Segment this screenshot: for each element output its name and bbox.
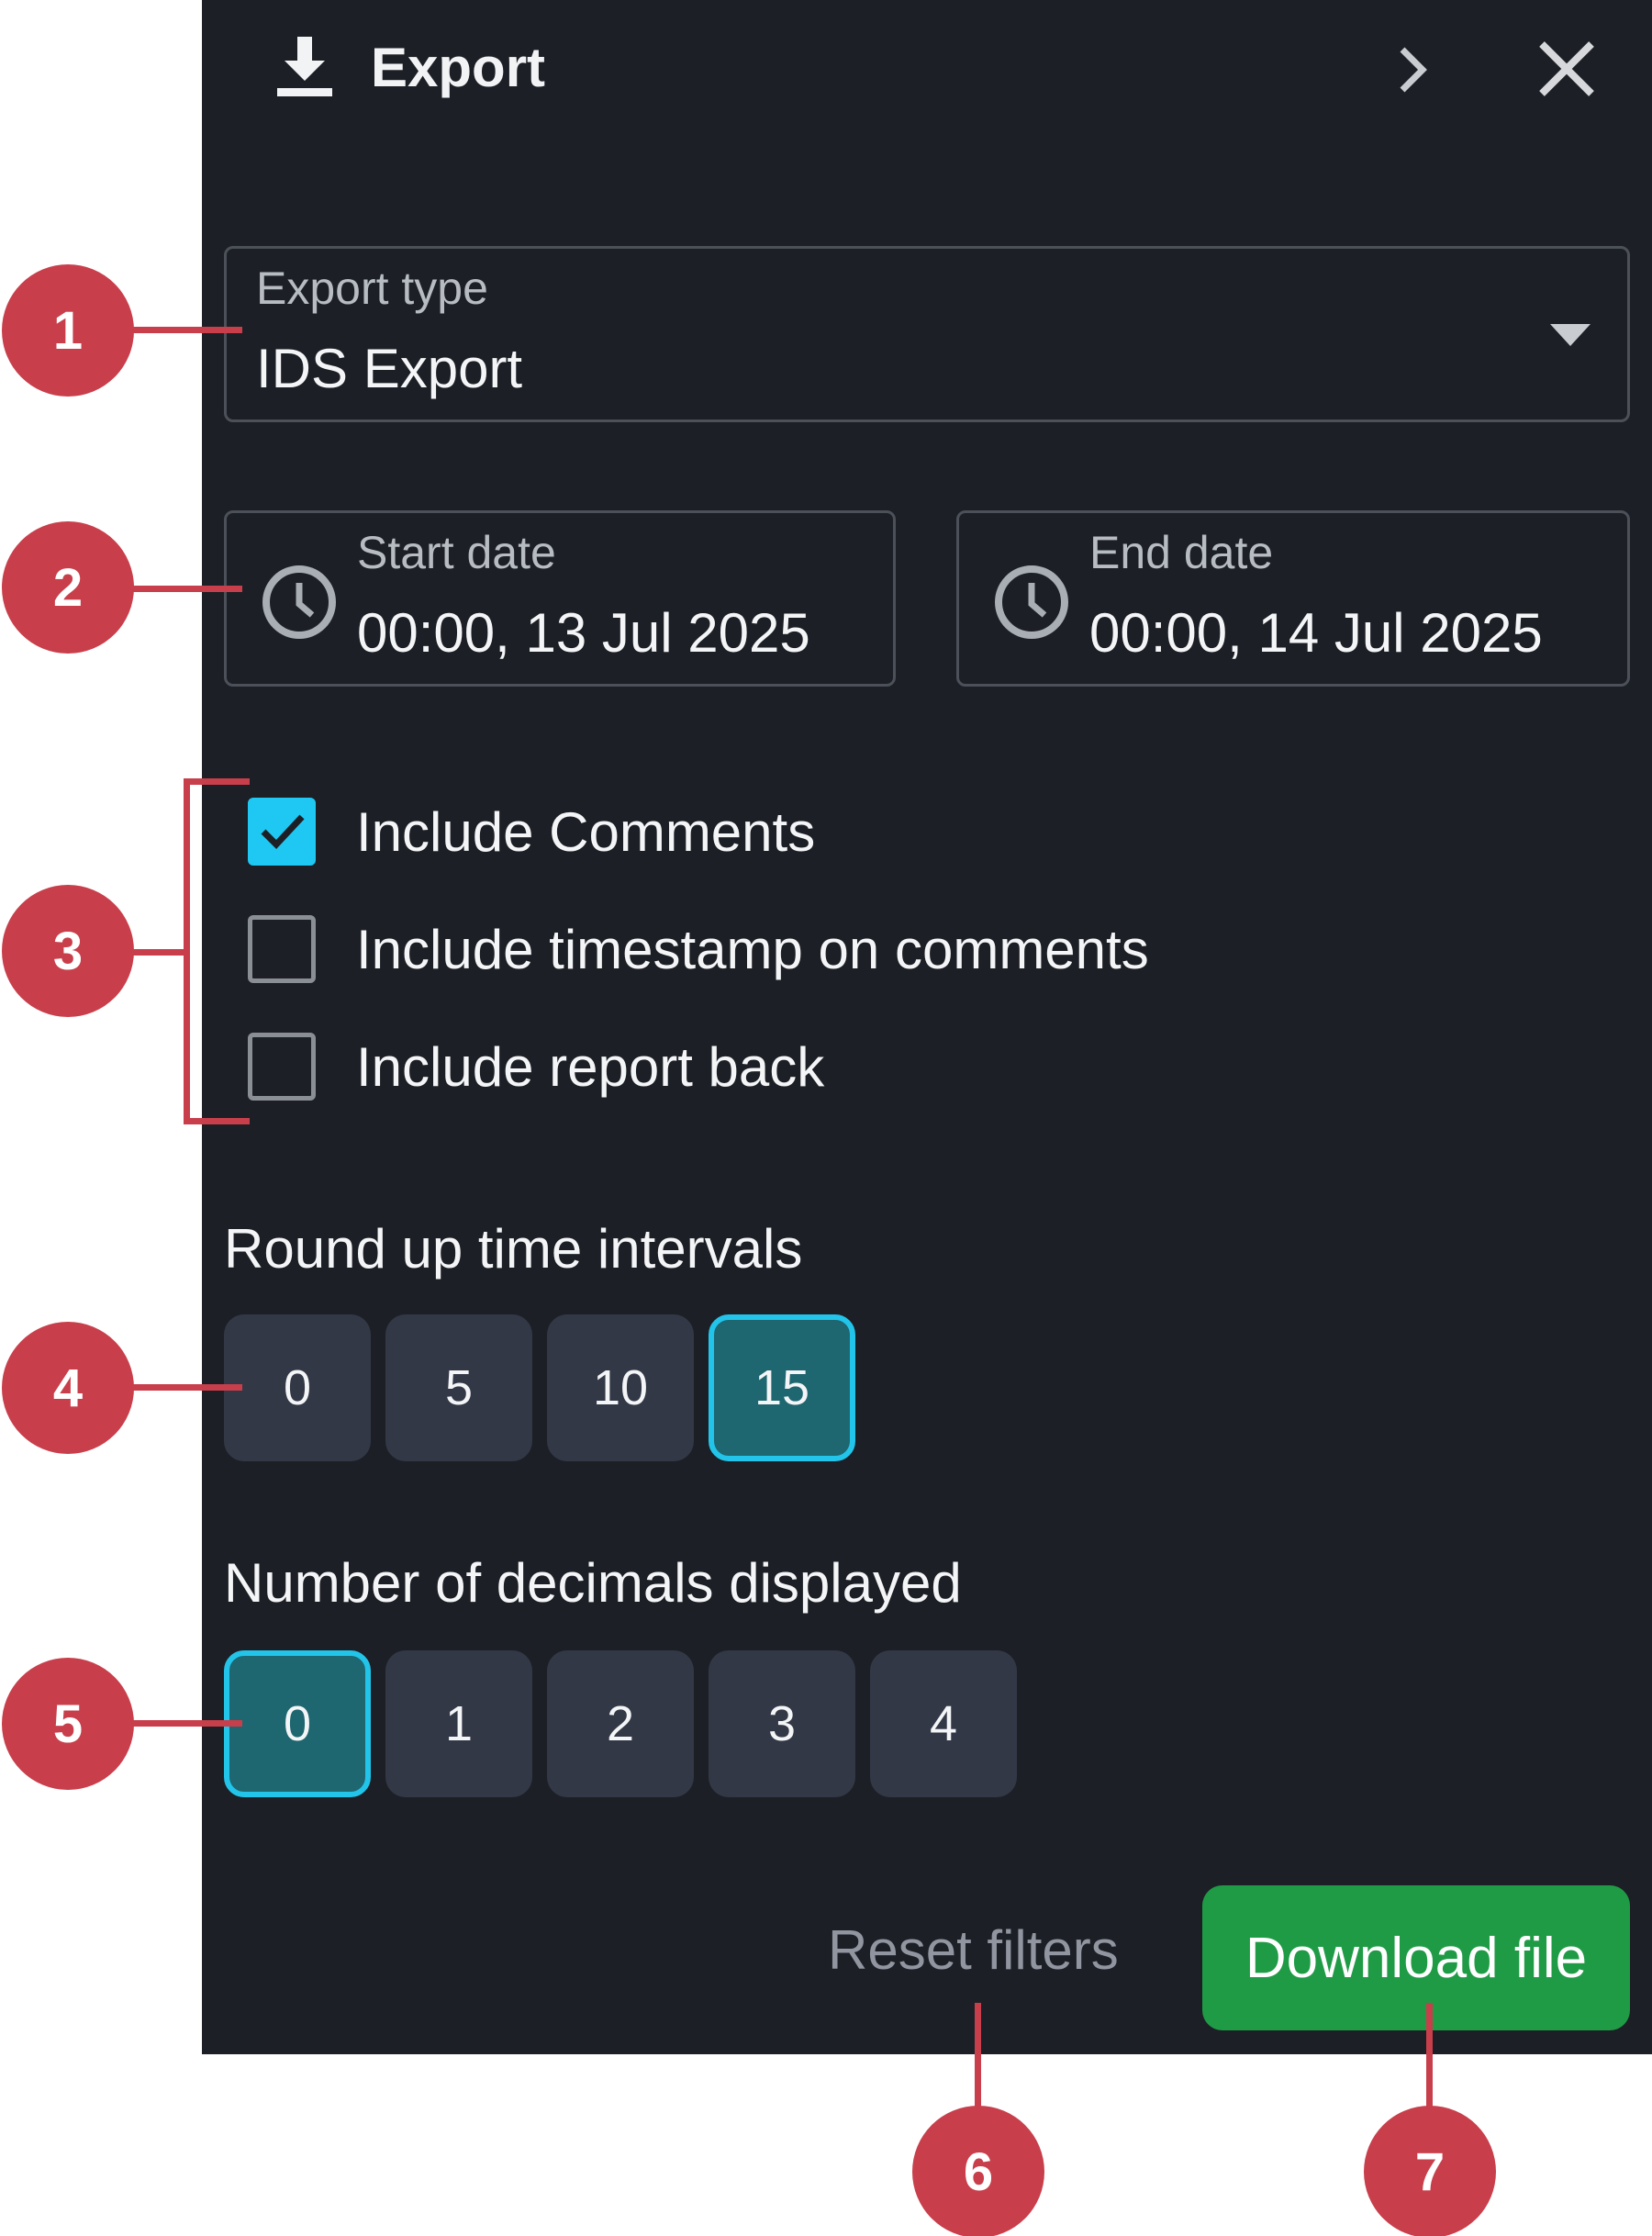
callout-connector <box>128 586 242 592</box>
caret-down-icon[interactable] <box>1550 324 1591 348</box>
end-date-field[interactable]: End date 00:00, 14 Jul 2025 <box>956 510 1630 687</box>
reset-filters-button[interactable]: Reset filters <box>828 1918 1119 1982</box>
include-timestamp-option[interactable]: Include timestamp on comments <box>248 912 1149 986</box>
callout-bracket-bottom <box>184 1118 250 1124</box>
round-up-option-5[interactable]: 5 <box>385 1314 532 1461</box>
include-comments-label: Include Comments <box>356 800 816 863</box>
callout-connector <box>975 2003 981 2113</box>
round-up-option-10[interactable]: 10 <box>547 1314 694 1461</box>
start-date-value: 00:00, 13 Jul 2025 <box>357 602 810 664</box>
callout-connector <box>1426 2003 1433 2113</box>
decimals-option-0[interactable]: 0 <box>224 1650 371 1797</box>
clock-icon <box>262 565 336 639</box>
export-type-value: IDS Export <box>256 338 523 399</box>
include-comments-option[interactable]: Include Comments <box>248 795 815 868</box>
round-up-option-15[interactable]: 15 <box>709 1314 855 1461</box>
export-type-label: Export type <box>256 263 488 314</box>
end-date-label: End date <box>1089 527 1274 578</box>
include-report-back-checkbox[interactable] <box>248 1033 316 1101</box>
decimals-option-3[interactable]: 3 <box>709 1650 855 1797</box>
round-up-option-0[interactable]: 0 <box>224 1314 371 1461</box>
callout-1: 1 <box>2 264 134 397</box>
download-icon <box>277 37 332 96</box>
clock-icon <box>995 565 1068 639</box>
include-report-back-option[interactable]: Include report back <box>248 1030 824 1103</box>
callout-6: 6 <box>912 2106 1044 2236</box>
include-report-back-label: Include report back <box>356 1035 825 1098</box>
callout-2: 2 <box>2 521 134 654</box>
callout-bracket-top <box>184 778 250 785</box>
callout-5: 5 <box>2 1658 134 1790</box>
panel-title: Export <box>371 37 546 98</box>
close-icon[interactable] <box>1536 39 1597 99</box>
checkmark-icon <box>261 814 305 850</box>
callout-connector <box>128 327 242 333</box>
start-date-label: Start date <box>357 527 556 578</box>
include-comments-checkbox[interactable] <box>248 798 316 866</box>
include-timestamp-checkbox[interactable] <box>248 915 316 983</box>
export-type-select[interactable]: Export type IDS Export <box>224 246 1630 422</box>
round-up-label: Round up time intervals <box>224 1218 803 1280</box>
callout-3: 3 <box>2 885 134 1017</box>
callout-connector <box>128 1384 242 1391</box>
callout-4: 4 <box>2 1322 134 1454</box>
start-date-field[interactable]: Start date 00:00, 13 Jul 2025 <box>224 510 896 687</box>
decimals-option-2[interactable]: 2 <box>547 1650 694 1797</box>
chevron-right-icon[interactable] <box>1388 42 1435 97</box>
decimals-option-4[interactable]: 4 <box>870 1650 1017 1797</box>
decimals-label: Number of decimals displayed <box>224 1552 962 1614</box>
download-file-button[interactable]: Download file <box>1202 1885 1630 2030</box>
callout-connector <box>128 1720 242 1727</box>
decimals-option-1[interactable]: 1 <box>385 1650 532 1797</box>
callout-7: 7 <box>1364 2106 1496 2236</box>
callout-connector <box>128 949 187 956</box>
include-timestamp-label: Include timestamp on comments <box>356 918 1149 980</box>
end-date-value: 00:00, 14 Jul 2025 <box>1089 602 1543 664</box>
